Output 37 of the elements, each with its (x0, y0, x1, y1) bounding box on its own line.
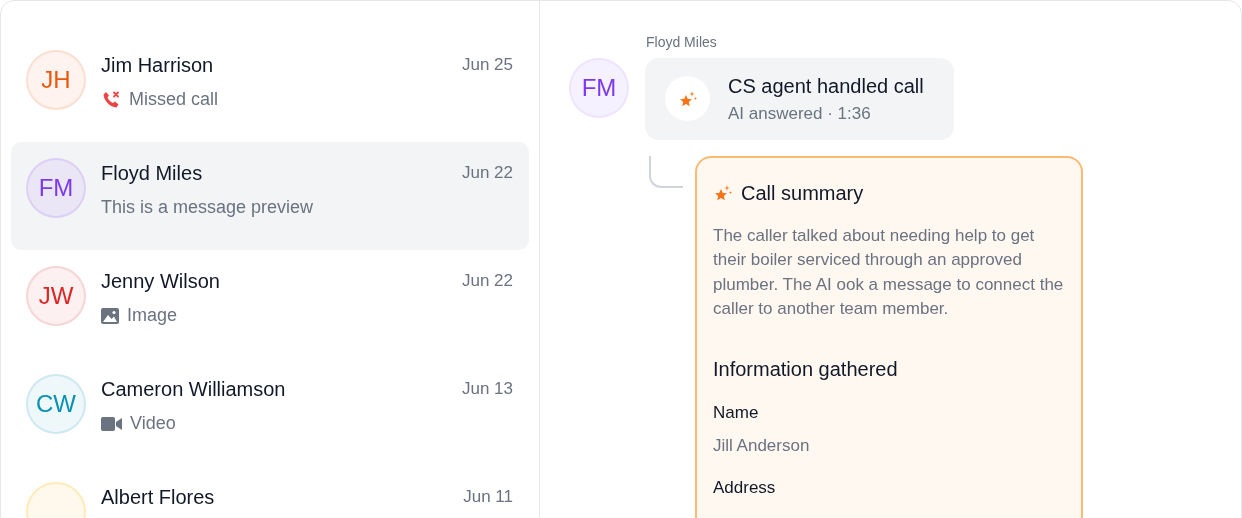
contact-name: Jenny Wilson (101, 269, 220, 294)
message-preview: This is a message preview (101, 196, 314, 219)
call-subtitle: AI answered · 1:36 (728, 103, 872, 125)
conversation-item[interactable]: JW Jenny Wilson Jun 22 Image (11, 250, 529, 358)
avatar-initials: FM (38, 173, 74, 203)
contact-name: Albert Flores (101, 485, 215, 510)
field-label: Name (713, 401, 760, 424)
thread-connector-line (649, 155, 683, 188)
conversation-item[interactable]: FM Floyd Miles Jun 22 This is a message preview (11, 142, 529, 250)
field-label: Address (713, 476, 777, 499)
message-preview: Image (127, 304, 178, 327)
conversation-date: Jun 22 (461, 270, 513, 293)
call-title: CS agent handled call (728, 74, 924, 99)
message-preview: Video (130, 412, 176, 435)
contact-name: Jim Harrison (101, 53, 214, 78)
conversation-date: Jun 13 (461, 378, 513, 401)
conversation-item[interactable]: JH Jim Harrison Jun 25 Missed call (11, 34, 529, 142)
summary-text: The caller talked about needing help to get their boiler serviced through an approved plumber. The AI ook a message to connect the caller to another team member. (713, 224, 1065, 320)
avatar-initials: FM (581, 73, 617, 103)
message-preview: Missed call (129, 88, 219, 111)
conversation-item[interactable]: CW Cameron Williamson Jun 13 Video (11, 358, 529, 466)
contact-name: Cameron Williamson (101, 377, 286, 402)
conversation-date: Jun 11 (463, 486, 513, 509)
conversation-date: Jun 25 (461, 54, 513, 77)
image-icon (101, 307, 119, 324)
field-value: Jill Anderson (713, 435, 811, 457)
avatar-initials: JH (41, 65, 71, 95)
sender-name: Floyd Miles (646, 34, 717, 50)
conversation-date: Jun 22 (461, 162, 513, 185)
conversation-item[interactable]: Albert Flores Jun 11 (11, 466, 529, 518)
video-camera-icon (101, 416, 122, 431)
avatar-initials: JW (38, 281, 74, 311)
missed-call-icon (101, 89, 121, 110)
summary-title: Call summary (741, 180, 864, 206)
avatar-initials: CW (36, 389, 76, 419)
contact-name: Floyd Miles (101, 161, 203, 186)
section-heading: Information gathered (713, 356, 899, 382)
